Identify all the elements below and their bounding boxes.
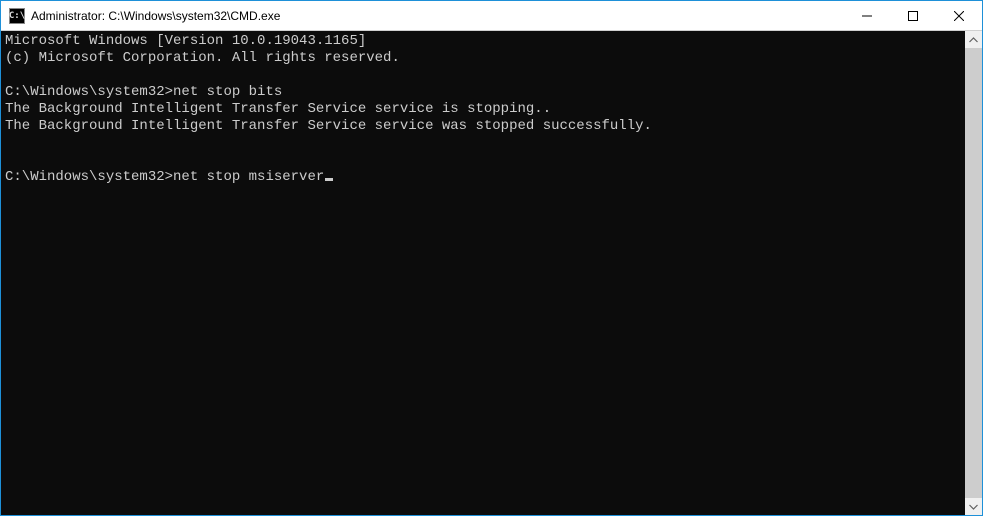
terminal-line: The Background Intelligent Transfer Serv… [5,101,963,118]
minimize-icon [862,11,872,21]
titlebar[interactable]: C:\ Administrator: C:\Windows\system32\C… [1,1,982,31]
terminal-area: Microsoft Windows [Version 10.0.19043.11… [1,31,982,515]
terminal-line: The Background Intelligent Transfer Serv… [5,118,963,135]
scroll-thumb[interactable] [965,48,982,498]
scroll-track[interactable] [965,48,982,498]
terminal-output[interactable]: Microsoft Windows [Version 10.0.19043.11… [1,31,965,515]
chevron-down-icon [969,504,978,510]
window-controls [844,1,982,30]
cursor [325,178,333,181]
scroll-up-arrow[interactable] [965,31,982,48]
prompt: C:\Windows\system32> [5,84,173,100]
close-button[interactable] [936,1,982,30]
window-title: Administrator: C:\Windows\system32\CMD.e… [31,9,280,23]
terminal-line [5,135,963,152]
cmd-icon: C:\ [9,8,25,24]
close-icon [954,11,964,21]
maximize-button[interactable] [890,1,936,30]
chevron-up-icon [969,37,978,43]
minimize-button[interactable] [844,1,890,30]
terminal-line [5,67,963,84]
terminal-line [5,152,963,169]
terminal-line: C:\Windows\system32>net stop bits [5,84,963,101]
terminal-line: Microsoft Windows [Version 10.0.19043.11… [5,33,963,50]
scroll-down-arrow[interactable] [965,498,982,515]
maximize-icon [908,11,918,21]
command-input[interactable]: net stop msiserver [173,169,324,185]
cmd-window: C:\ Administrator: C:\Windows\system32\C… [0,0,983,516]
terminal-line: (c) Microsoft Corporation. All rights re… [5,50,963,67]
prompt: C:\Windows\system32> [5,169,173,185]
terminal-line-active[interactable]: C:\Windows\system32>net stop msiserver [5,169,963,186]
command-text: net stop bits [173,84,282,100]
scrollbar-vertical[interactable] [965,31,982,515]
